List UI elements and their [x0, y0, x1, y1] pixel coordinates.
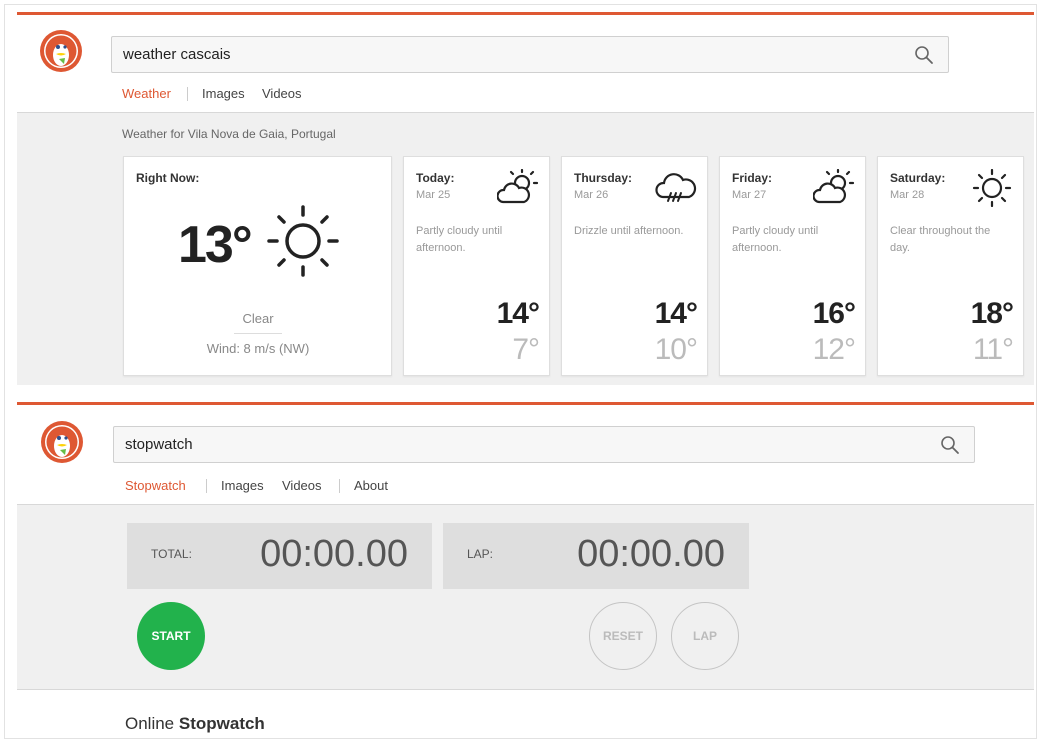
partly-cloudy-icon — [813, 169, 855, 204]
tab-images[interactable]: Images — [202, 84, 245, 114]
day-date: Mar 27 — [732, 189, 767, 201]
duckduckgo-logo-icon[interactable] — [40, 420, 84, 464]
title-bold: Stopwatch — [178, 714, 265, 733]
day-low: 10° — [654, 333, 698, 366]
now-wind: Wind: 8 m/s (NW) — [206, 341, 310, 356]
day-high: 18° — [970, 297, 1014, 330]
now-temperature: 13° — [178, 216, 253, 274]
search-input[interactable] — [114, 427, 974, 462]
total-label: TOTAL: — [151, 547, 192, 561]
tab-about[interactable]: About — [354, 476, 388, 506]
drizzle-icon — [655, 173, 697, 202]
weather-module: Weather for Vila Nova de Gaia, Portugal … — [17, 112, 1034, 385]
search-input[interactable] — [112, 37, 948, 72]
accent-bar — [17, 12, 1034, 15]
weather-now-card: Right Now: 13° Clear Wind: 8 m/s (NW) — [123, 156, 392, 376]
tab-divider — [206, 479, 207, 493]
search-icon[interactable] — [914, 45, 934, 65]
day-low: 11° — [972, 333, 1014, 366]
now-title: Right Now: — [136, 171, 200, 185]
tab-divider — [187, 87, 188, 101]
day-name: Thursday: — [574, 171, 633, 185]
day-description: Partly cloudy until afternoon. — [732, 225, 819, 254]
now-condition: Clear — [242, 311, 274, 326]
reset-button[interactable]: RESET — [589, 602, 657, 670]
forecast-card-saturday: Saturday: Mar 28 Clear throughout the da… — [877, 156, 1024, 376]
page-title: Online Stopwatch — [125, 714, 265, 734]
weather-location: Weather for Vila Nova de Gaia, Portugal — [122, 127, 336, 141]
search-box — [111, 36, 949, 73]
stopwatch-panel: Stopwatch Images Videos About TOTAL: 00:… — [17, 402, 1034, 740]
day-description: Clear throughout the day. — [890, 225, 991, 254]
day-high: 14° — [496, 297, 540, 330]
tab-images[interactable]: Images — [221, 476, 264, 506]
lap-timer: LAP: 00:00.00 — [443, 523, 749, 589]
day-date: Mar 28 — [890, 189, 925, 201]
duckduckgo-logo-icon[interactable] — [39, 29, 83, 73]
tab-weather[interactable]: Weather — [122, 84, 171, 114]
total-value: 00:00.00 — [260, 533, 408, 575]
sun-icon — [267, 205, 339, 277]
lap-button[interactable]: LAP — [671, 602, 739, 670]
day-description: Drizzle until afternoon. — [574, 225, 684, 237]
lap-label: LAP: — [467, 547, 494, 561]
total-timer: TOTAL: 00:00.00 — [127, 523, 432, 589]
lap-value: 00:00.00 — [577, 533, 725, 575]
tab-divider — [339, 479, 340, 493]
forecast-card-friday: Friday: Mar 27 Partly cloudy until after… — [719, 156, 866, 376]
day-description: Partly cloudy until afternoon. — [416, 225, 503, 254]
day-high: 14° — [654, 297, 698, 330]
accent-bar — [17, 402, 1034, 405]
screenshot-frame: Weather Images Videos Weather for Vila N… — [4, 4, 1037, 739]
stopwatch-module: TOTAL: 00:00.00 LAP: 00:00.00 START RESE… — [17, 504, 1034, 690]
weather-panel: Weather Images Videos Weather for Vila N… — [17, 12, 1034, 385]
vertical-tabs: Weather Images Videos — [122, 84, 522, 114]
day-low: 12° — [812, 333, 856, 366]
tab-videos[interactable]: Videos — [282, 476, 322, 506]
vertical-tabs: Stopwatch Images Videos About — [125, 476, 525, 506]
day-date: Mar 26 — [574, 189, 609, 201]
divider — [234, 333, 282, 334]
day-name: Today: — [416, 171, 455, 185]
forecast-card-today: Today: Mar 25 Partly cloudy until aftern… — [403, 156, 550, 376]
start-button[interactable]: START — [137, 602, 205, 670]
tab-videos[interactable]: Videos — [262, 84, 302, 114]
day-date: Mar 25 — [416, 189, 451, 201]
search-box — [113, 426, 975, 463]
sun-icon — [972, 169, 1012, 207]
day-high: 16° — [812, 297, 856, 330]
title-prefix: Online — [125, 714, 175, 733]
search-icon[interactable] — [940, 435, 960, 455]
day-name: Friday: — [732, 171, 773, 185]
forecast-card-thursday: Thursday: Mar 26 Drizzle until afternoon… — [561, 156, 708, 376]
day-low: 7° — [512, 333, 540, 366]
tab-stopwatch[interactable]: Stopwatch — [125, 476, 186, 506]
partly-cloudy-icon — [497, 169, 539, 204]
day-name: Saturday: — [890, 171, 946, 185]
